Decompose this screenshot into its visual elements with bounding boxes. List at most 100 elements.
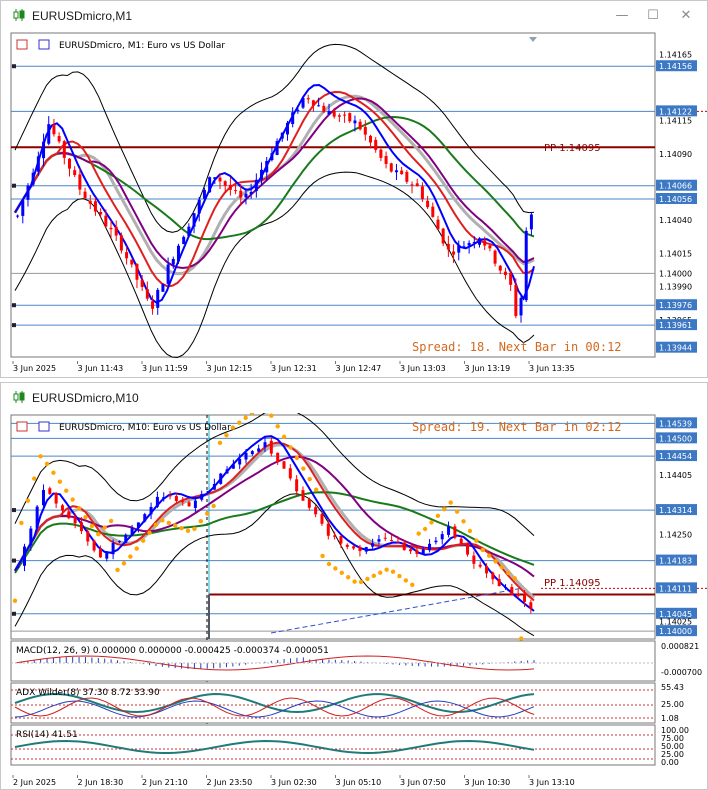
candle (348, 113, 352, 122)
candle (193, 500, 197, 508)
sar-dot (288, 445, 293, 450)
candle (440, 534, 444, 540)
chart-icon (13, 391, 25, 403)
candle (371, 543, 375, 547)
candle (478, 564, 482, 567)
candle (516, 594, 520, 596)
time-label: 2 Jun 18:30 (78, 778, 124, 787)
candle (124, 534, 128, 543)
sar-dot (108, 518, 114, 524)
price-chart-m10[interactable]: 1.14539 1.14500 1.14454 1.14405 1.14314 1.142… (1, 413, 707, 789)
candle (136, 522, 140, 529)
sar-dot (70, 497, 75, 502)
candle (145, 289, 149, 299)
time-label: 2 Jun 2025 (13, 778, 56, 787)
time-label: 3 Jun 13:03 (400, 364, 446, 373)
sar-dot (435, 513, 441, 518)
sar-dot (461, 519, 466, 524)
price-label: 1.14183 (659, 557, 692, 566)
window-titlebar[interactable]: EURUSDmicro,M1 — ☐ ✕ (1, 1, 707, 31)
candle (364, 547, 368, 552)
time-label: 3 Jun 02:30 (271, 778, 317, 787)
time-label: 3 Jun 12:15 (207, 364, 253, 373)
window-title: EURUSDmicro,M1 (32, 9, 133, 23)
candle (497, 579, 501, 587)
candle (343, 114, 347, 116)
candle (206, 491, 210, 493)
sar-dot (442, 506, 447, 512)
chart-window-m10[interactable]: EURUSDmicro,M10 1.14539 1.14500 1.14454 1.1… (0, 382, 708, 790)
sar-dot (179, 526, 184, 531)
price-chart-m1[interactable]: 1.14165 1.14156 1.141221.14115 1.14090 1.140… (1, 31, 707, 377)
candle (275, 141, 279, 155)
candle (114, 226, 118, 236)
sar-dot (192, 526, 197, 531)
minimize-button[interactable]: — (613, 7, 631, 25)
candle (130, 259, 134, 265)
candle (420, 186, 424, 200)
maximize-button[interactable]: ☐ (644, 7, 662, 25)
sar-dot (281, 434, 287, 440)
macd-label: MACD(12, 26, 9) 0.000000 0.000000 -0.000… (16, 646, 329, 656)
sar-dot (416, 531, 421, 536)
chart-window-m1[interactable]: EURUSDmicro,M1 — ☐ ✕ 1.14165 1.14156 1.141… (0, 0, 708, 378)
sar-dot (474, 538, 479, 543)
macd-scale-bottom: -0.000700 (661, 668, 702, 677)
window-titlebar[interactable]: EURUSDmicro,M10 (1, 383, 707, 413)
sar-dot (211, 503, 216, 509)
candle (187, 226, 191, 237)
candle (353, 120, 357, 124)
sar-dot (352, 579, 357, 584)
sar-dot (422, 526, 428, 532)
candle (421, 549, 425, 554)
candle (52, 124, 56, 135)
candle (327, 110, 331, 115)
time-label: 3 Jun 12:31 (271, 364, 317, 373)
candle (83, 191, 87, 199)
candle (285, 122, 289, 135)
candle (270, 153, 274, 161)
candle (462, 246, 466, 249)
sar-dot (378, 570, 383, 575)
candle (88, 200, 92, 204)
candle (244, 452, 248, 460)
candle (410, 184, 414, 186)
candle (269, 440, 273, 454)
sar-dot (320, 553, 325, 559)
candle (434, 540, 438, 543)
sar-dot (518, 636, 524, 641)
candle (523, 594, 527, 602)
sar-dot (128, 554, 133, 559)
candle (78, 174, 82, 190)
candle (483, 240, 487, 246)
candle (174, 496, 178, 501)
candle (519, 297, 523, 316)
candle (47, 124, 51, 144)
candle (352, 546, 356, 549)
candle (238, 458, 242, 465)
candle (265, 160, 269, 173)
sar-dot (160, 518, 165, 523)
candle (231, 464, 235, 469)
candle (288, 468, 292, 479)
candle (339, 536, 343, 544)
time-label: 2 Jun 23:50 (207, 778, 253, 787)
candle (156, 289, 160, 308)
level-marker (12, 508, 16, 513)
candle (166, 264, 170, 284)
price-label: 1.14454 (659, 452, 692, 461)
close-button[interactable]: ✕ (677, 7, 695, 25)
sar-dot (237, 420, 242, 425)
pivot-point-label: PP 1.14095 (544, 578, 601, 589)
candle (311, 100, 315, 106)
sar-dot (51, 470, 56, 475)
window-title: EURUSDmicro,M10 (32, 391, 139, 405)
sar-dot (499, 564, 505, 570)
sar-dot (38, 454, 43, 459)
candle (228, 184, 232, 190)
sar-dot (365, 576, 370, 582)
candle (244, 193, 248, 198)
sar-dot (384, 567, 389, 572)
sar-dot (76, 506, 82, 511)
candle (208, 177, 212, 193)
